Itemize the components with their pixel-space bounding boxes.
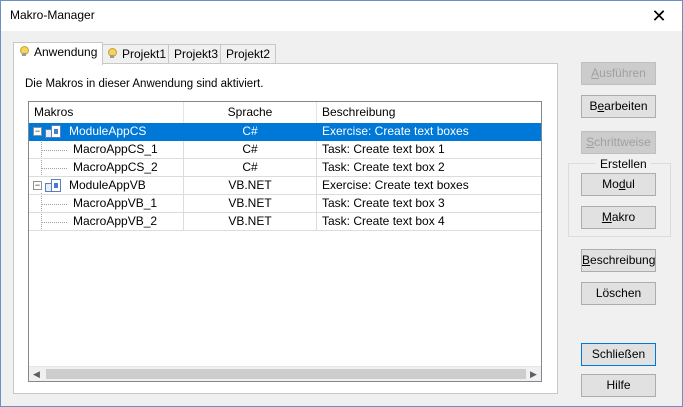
macro-list[interactable]: Makros Sprache Beschreibung − ModuleAppC…: [28, 101, 542, 382]
cell-name: − ModuleAppVB: [29, 177, 184, 195]
button-label: chrittweise: [594, 135, 651, 149]
loeschen-button[interactable]: Löschen: [581, 282, 656, 305]
tab-label: Projekt1: [122, 47, 167, 61]
bulb-icon: [19, 46, 29, 57]
collapse-icon[interactable]: −: [33, 181, 42, 190]
tab-label: Anwendung: [34, 45, 98, 59]
row-name: ModuleAppCS: [67, 123, 149, 140]
row-name: MacroAppVB_1: [73, 196, 158, 210]
module-icon: [45, 125, 61, 139]
cell-name: MacroAppVB_1: [29, 195, 184, 213]
cell-description: Task: Create text box 1: [317, 141, 541, 159]
row-name: MacroAppVB_2: [73, 214, 158, 228]
cell-language: VB.NET: [184, 213, 317, 231]
bulb-icon: [107, 48, 117, 59]
cell-description: Task: Create text box 3: [317, 195, 541, 213]
modul-button[interactable]: Modul: [581, 173, 656, 196]
cell-description: Exercise: Create text boxes: [317, 177, 541, 195]
access-key: B: [582, 253, 591, 267]
tab-projekt3[interactable]: Projekt3: [168, 44, 225, 64]
cell-description: Task: Create text box 2: [317, 159, 541, 177]
title-bar: Makro-Manager ✕: [1, 1, 682, 31]
scroll-left-icon[interactable]: ◀: [29, 367, 44, 381]
access-key: M: [601, 210, 612, 224]
table-row[interactable]: MacroAppCS_1 C# Task: Create text box 1: [29, 141, 541, 159]
button-label: eschreibung: [590, 253, 656, 267]
close-icon[interactable]: ✕: [636, 1, 682, 31]
cell-language: C#: [184, 159, 317, 177]
bearbeiten-button[interactable]: Bearbeiten: [581, 95, 656, 118]
makro-button[interactable]: Makro: [581, 206, 656, 229]
window-title: Makro-Manager: [10, 8, 95, 22]
access-key: S: [586, 135, 595, 149]
list-header: Makros Sprache Beschreibung: [29, 102, 541, 123]
horizontal-scrollbar[interactable]: ◀ ▶: [29, 366, 541, 381]
access-key: d: [618, 177, 626, 191]
table-row[interactable]: − ModuleAppVB VB.NET Exercise: Create te…: [29, 177, 541, 195]
macros-enabled-info: Die Makros in dieser Anwendung sind akti…: [25, 78, 264, 90]
cell-name: MacroAppCS_2: [29, 159, 184, 177]
table-row[interactable]: MacroAppVB_1 VB.NET Task: Create text bo…: [29, 195, 541, 213]
row-name: MacroAppCS_1: [73, 142, 158, 156]
macro-manager-window: Makro-Manager ✕ Anwendung Projekt1 Proje…: [0, 0, 683, 407]
button-label: arbeiten: [604, 99, 648, 113]
module-icon: [45, 179, 61, 193]
list-rows: − ModuleAppCS C# Exercise: Create text b…: [29, 123, 541, 231]
collapse-icon[interactable]: −: [33, 127, 42, 136]
table-row[interactable]: MacroAppCS_2 C# Task: Create text box 2: [29, 159, 541, 177]
table-row[interactable]: MacroAppVB_2 VB.NET Task: Create text bo…: [29, 213, 541, 231]
cell-description: Task: Create text box 4: [317, 213, 541, 231]
schliessen-button[interactable]: Schließen: [581, 343, 656, 366]
tab-projekt2[interactable]: Projekt2: [220, 44, 277, 64]
erstellen-group-label: Erstellen: [596, 157, 651, 171]
button-label: usführen: [599, 66, 646, 80]
cell-name: MacroAppVB_2: [29, 213, 184, 231]
button-label: akro: [611, 210, 636, 224]
column-header-sprache[interactable]: Sprache: [184, 102, 317, 123]
tab-panel-anwendung: Die Makros in dieser Anwendung sind akti…: [13, 63, 558, 394]
row-name: MacroAppCS_2: [73, 160, 158, 174]
scrollbar-thumb[interactable]: [46, 369, 526, 379]
schrittweise-button[interactable]: Schrittweise: [581, 131, 656, 154]
beschreibung-button[interactable]: Beschreibung: [581, 249, 656, 272]
button-label: Mo: [602, 177, 619, 191]
cell-language: C#: [184, 123, 317, 141]
tab-anwendung[interactable]: Anwendung: [13, 42, 104, 65]
hilfe-button[interactable]: Hilfe: [581, 374, 656, 397]
cell-description: Exercise: Create text boxes: [317, 123, 541, 141]
tab-projekt1[interactable]: Projekt1: [101, 44, 173, 64]
cell-name: − ModuleAppCS: [29, 123, 184, 141]
row-name: ModuleAppVB: [69, 178, 146, 192]
column-header-beschreibung[interactable]: Beschreibung: [317, 102, 541, 123]
tab-label: Projekt3: [174, 47, 219, 61]
access-key: A: [591, 66, 600, 80]
cell-language: C#: [184, 141, 317, 159]
ausfuehren-button[interactable]: Ausführen: [581, 62, 656, 85]
table-row[interactable]: − ModuleAppCS C# Exercise: Create text b…: [29, 123, 541, 141]
tab-label: Projekt2: [226, 47, 271, 61]
scroll-right-icon[interactable]: ▶: [526, 367, 541, 381]
cell-language: VB.NET: [184, 177, 317, 195]
button-label: ul: [625, 177, 635, 191]
cell-name: MacroAppCS_1: [29, 141, 184, 159]
column-header-makros[interactable]: Makros: [29, 102, 184, 123]
cell-language: VB.NET: [184, 195, 317, 213]
